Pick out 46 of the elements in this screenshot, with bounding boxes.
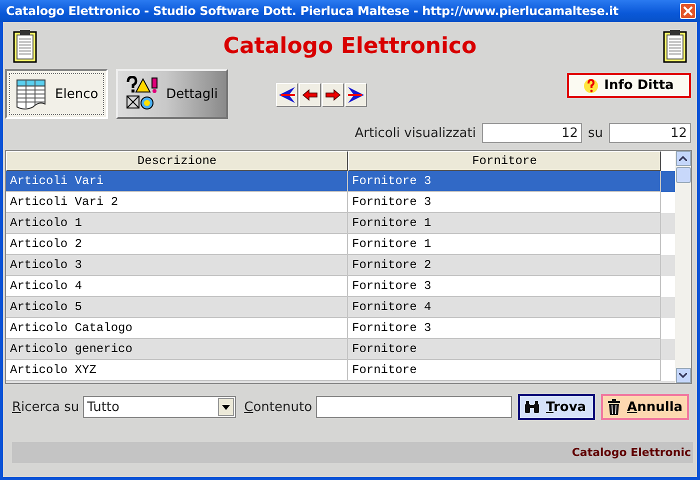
cancel-button[interactable]: Annulla xyxy=(601,394,690,420)
scroll-down-button[interactable] xyxy=(676,368,690,383)
clipboard-icon xyxy=(13,29,37,63)
tab[interactable]: Elenco xyxy=(5,69,108,119)
total-count-field: 12 xyxy=(609,123,691,143)
window-title: Catalogo Elettronico - Studio Software Dott. Pierluca Maltese - http://www.pierlucamaltese.it xyxy=(6,4,620,18)
nav-button[interactable] xyxy=(344,83,367,107)
scrollbar[interactable] xyxy=(675,151,691,383)
question-icon xyxy=(584,76,598,94)
scroll-up-button[interactable] xyxy=(676,151,690,166)
caret-down-icon xyxy=(222,404,230,410)
nav-button[interactable] xyxy=(298,83,321,107)
close-button[interactable] xyxy=(680,3,696,19)
nav-button[interactable] xyxy=(276,83,298,107)
binoculars-icon xyxy=(524,400,540,414)
column-header[interactable]: Descrizione xyxy=(6,151,348,171)
content-input[interactable] xyxy=(316,396,512,418)
table-row[interactable]: Articolo 3 Fornitore 2 xyxy=(6,255,675,276)
clipboard-icon xyxy=(662,29,687,63)
arrow-left-icon xyxy=(278,86,296,104)
table-row[interactable]: Articolo 1 Fornitore 1 xyxy=(6,213,675,234)
trash-icon xyxy=(607,398,622,416)
separator-label: su xyxy=(588,126,603,140)
info-button[interactable]: Info Ditta xyxy=(567,73,691,98)
caret-up-icon xyxy=(679,156,687,161)
close-icon xyxy=(683,6,693,16)
tab[interactable]: Dettagli xyxy=(116,69,228,119)
table-row[interactable]: Articolo 5 Fornitore 4 xyxy=(6,297,675,318)
app-title: Catalogo Elettronico xyxy=(223,34,477,58)
nav-button[interactable] xyxy=(322,83,344,107)
status-text: Catalogo Elettronic xyxy=(572,446,691,459)
table-row[interactable]: Articoli Vari Fornitore 3 xyxy=(6,171,675,192)
find-button[interactable]: Trova xyxy=(518,394,596,420)
column-header[interactable]: Fornitore xyxy=(348,151,661,171)
arrow-left-icon xyxy=(302,89,318,101)
scroll-thumb[interactable] xyxy=(676,167,690,183)
arrow-right-icon xyxy=(346,86,365,104)
arrow-right-icon xyxy=(324,89,341,101)
search-field-label: Ricerca su xyxy=(12,400,80,414)
content-label: Contenuto xyxy=(244,400,312,414)
counter-label: Articoli visualizzati xyxy=(354,126,476,140)
caret-down-icon xyxy=(679,373,687,378)
shown-count-field: 12 xyxy=(482,123,582,143)
search-field-dropdown[interactable]: Tutto xyxy=(83,396,236,418)
table-row[interactable]: Articolo generico Fornitore xyxy=(6,339,675,360)
symbols-icon xyxy=(126,76,160,112)
